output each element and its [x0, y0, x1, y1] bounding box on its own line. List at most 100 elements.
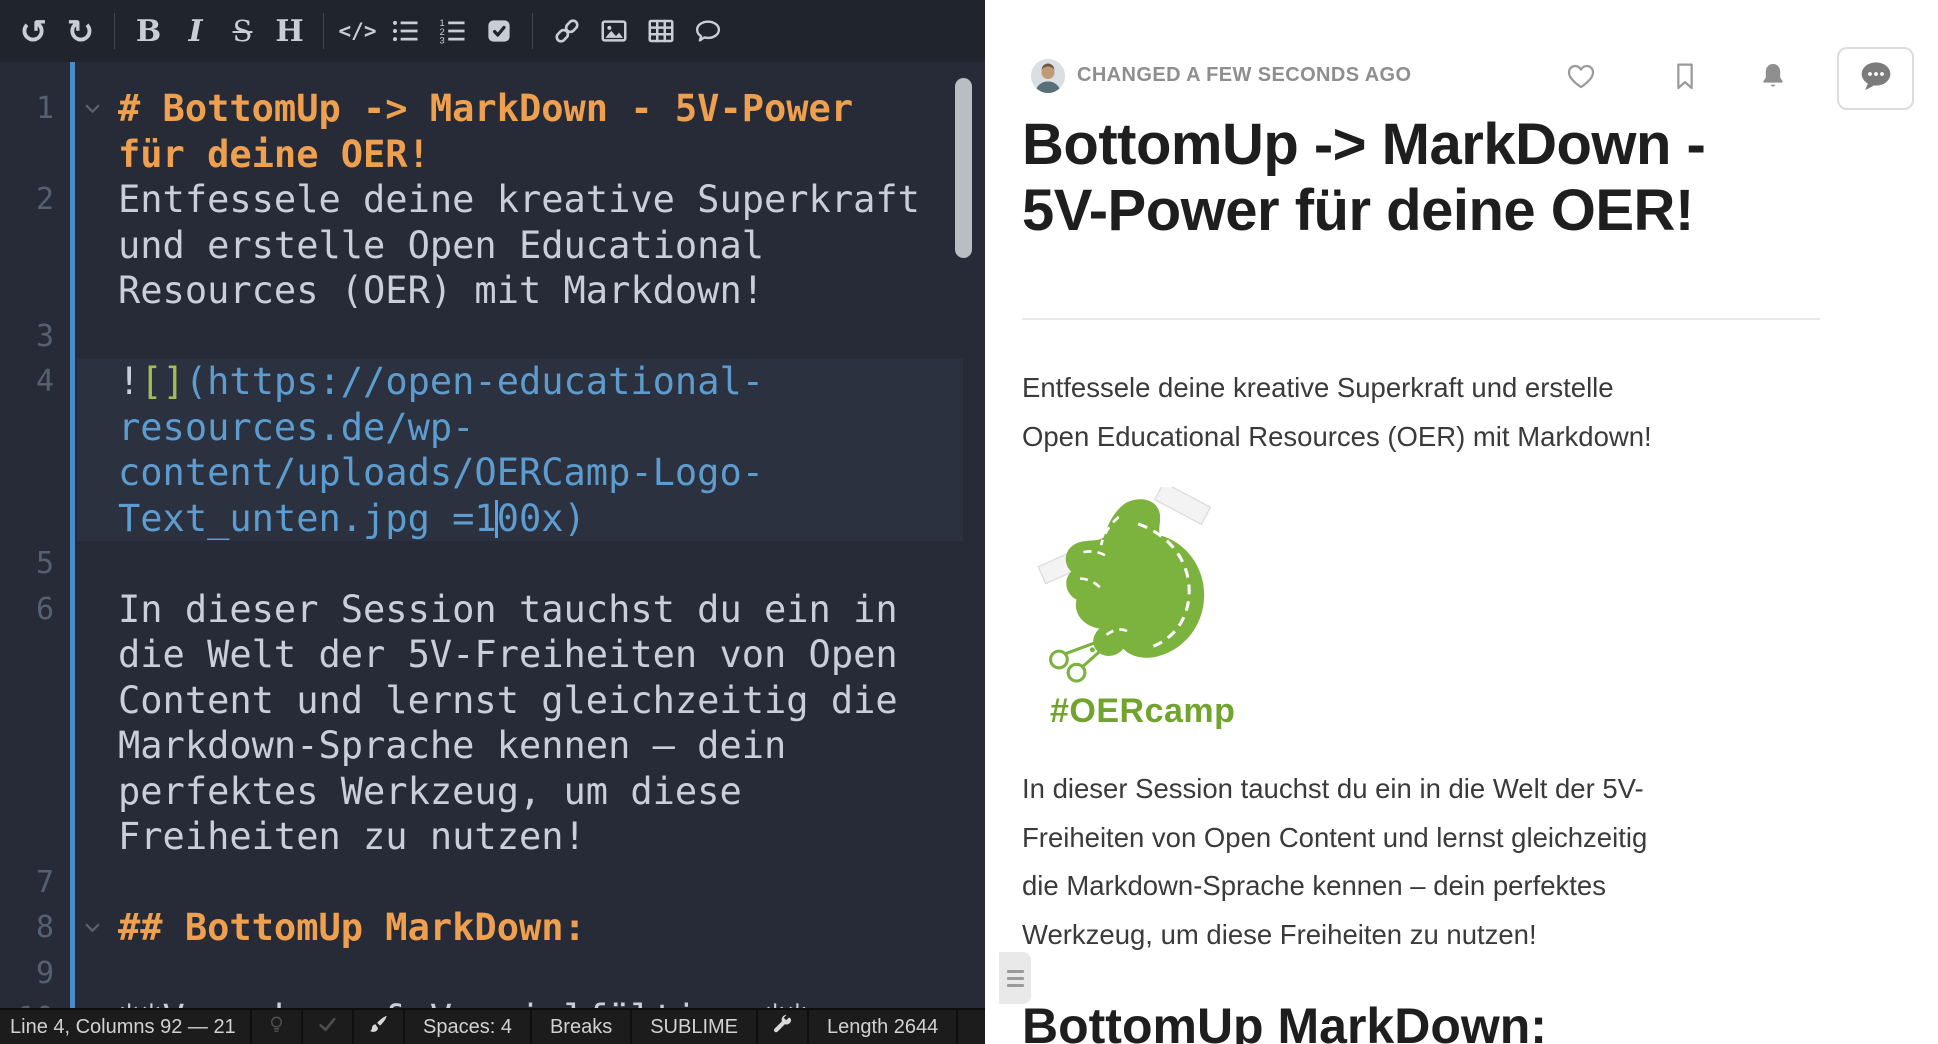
status-doc-length[interactable]: Length 2644: [809, 1010, 958, 1044]
bold-icon: B: [136, 14, 161, 49]
editor-toolbar: ↺ ↻ BISH </> 123: [0, 0, 985, 62]
toolbar-divider: [114, 13, 115, 49]
strikethrough-button[interactable]: S: [219, 9, 266, 53]
code-line[interactable]: die Welt der 5V-Freiheiten von Open: [0, 632, 985, 678]
line-number: 5: [0, 541, 54, 587]
heading-button[interactable]: H: [266, 9, 313, 53]
code-line[interactable]: 1# BottomUp -> MarkDown - 5V-Power: [0, 86, 985, 132]
editor-scrollbar-thumb[interactable]: [955, 78, 972, 258]
code-button[interactable]: </>: [334, 9, 381, 53]
code-line[interactable]: Freiheiten zu nutzen!: [0, 814, 985, 860]
line-number: 2: [0, 177, 54, 223]
oercamp-logo: #OERcamp: [1022, 487, 1232, 731]
status-keymap[interactable]: SUBLIME: [632, 1010, 758, 1044]
table-button[interactable]: [637, 9, 684, 53]
code-line[interactable]: 4![](https://open-educational-: [0, 359, 985, 405]
ordered-list-button[interactable]: 123: [428, 9, 475, 53]
undo-button[interactable]: ↺: [10, 9, 57, 53]
line-number: 8: [0, 905, 54, 951]
unordered-list-icon: [390, 16, 420, 46]
status-indent-width[interactable]: Spaces: 4: [405, 1010, 532, 1044]
lightbulb-icon: [265, 1013, 288, 1042]
status-linebreaks[interactable]: Breaks: [532, 1010, 632, 1044]
image-icon: [599, 16, 629, 46]
toc-toggle[interactable]: [999, 952, 1031, 1004]
preview-content: BottomUp -> MarkDown -5V-Power für deine…: [1022, 0, 1820, 1044]
svg-text:3: 3: [439, 36, 444, 46]
status-filler: [958, 1010, 985, 1044]
redo-icon: ↻: [67, 15, 95, 48]
unordered-list-button[interactable]: [381, 9, 428, 53]
link-icon: [552, 16, 582, 46]
code-line[interactable]: 3: [0, 314, 985, 360]
comment-panel-button[interactable]: [1837, 47, 1914, 110]
check-icon: [316, 1013, 339, 1042]
code-line[interactable]: 8## BottomUp MarkDown:: [0, 905, 985, 951]
status-bar: Line 4, Columns 92 — 21 Spaces: 4BreaksSU…: [0, 1008, 985, 1044]
line-number: 6: [0, 587, 54, 633]
code-line[interactable]: Content und lernst gleichzeitig die: [0, 678, 985, 724]
hackmd-app: ↺↻BISH</>123 1# BottomUp -> MarkDown - 5…: [0, 0, 1938, 1044]
line-number: 10: [0, 996, 54, 1008]
line-number: 9: [0, 951, 54, 997]
code-icon: </>: [339, 19, 377, 43]
gutter-accent-bar: [70, 62, 75, 1008]
strikethrough-icon: S: [233, 14, 253, 48]
line-number: 7: [0, 860, 54, 906]
doc-title: BottomUp -> MarkDown -5V-Power für deine…: [1022, 112, 1820, 244]
line-number: 1: [0, 86, 54, 132]
table-icon: [646, 16, 676, 46]
code-line[interactable]: Resources (OER) mit Markdown!: [0, 268, 985, 314]
code-line[interactable]: 6In dieser Session tauchst du ein in: [0, 587, 985, 633]
status-spellcheck[interactable]: [303, 1010, 354, 1044]
check-list-icon: [484, 16, 514, 46]
code-editor[interactable]: 1# BottomUp -> MarkDown - 5V-Powerfür de…: [0, 62, 985, 1008]
status-theme[interactable]: [354, 1010, 405, 1044]
section-heading: BottomUp MarkDown:: [1022, 997, 1820, 1044]
italic-icon: I: [188, 14, 202, 49]
comment-icon: [693, 16, 723, 46]
code-line[interactable]: Markdown-Sprache kennen – dein: [0, 723, 985, 769]
ordered-list-icon: 123: [437, 16, 467, 46]
code-line[interactable]: 2Entfessele deine kreative Superkraft: [0, 177, 985, 223]
check-list-button[interactable]: [475, 9, 522, 53]
oercamp-logo-text: #OERcamp: [1050, 692, 1232, 731]
redo-button[interactable]: ↻: [57, 9, 104, 53]
fold-toggle-icon[interactable]: [84, 86, 101, 132]
code-line[interactable]: content/uploads/OERCamp-Logo-: [0, 450, 985, 496]
session-paragraph: In dieser Session tauchst du ein in die …: [1022, 765, 1820, 959]
code-line[interactable]: resources.de/wp-: [0, 405, 985, 451]
intro-paragraph: Entfessele deine kreative Superkraft und…: [1022, 364, 1820, 461]
code-line[interactable]: Text_unten.jpg =100x): [0, 496, 985, 542]
line-number: 3: [0, 314, 54, 360]
line-number: 4: [0, 359, 54, 405]
undo-icon: ↺: [20, 15, 48, 48]
toolbar-divider: [532, 13, 533, 49]
title-divider: [1022, 318, 1820, 320]
editor-pane: ↺↻BISH</>123 1# BottomUp -> MarkDown - 5…: [0, 0, 985, 1044]
status-cursor-position[interactable]: Line 4, Columns 92 — 21: [0, 1010, 252, 1044]
italic-button[interactable]: I: [172, 9, 219, 53]
code-line[interactable]: perfektes Werkzeug, um diese: [0, 769, 985, 815]
image-button[interactable]: [590, 9, 637, 53]
code-line[interactable]: 5: [0, 541, 985, 587]
code-line[interactable]: 9: [0, 951, 985, 997]
toolbar-divider: [323, 13, 324, 49]
status-night-mode[interactable]: [252, 1010, 303, 1044]
preview-pane[interactable]: CHANGED A FEW SECONDS AGO BottomUp -> Ma…: [985, 0, 1938, 1044]
brush-icon: [367, 1013, 390, 1042]
wrench-icon: [771, 1013, 794, 1042]
oercamp-flame-image: [1022, 487, 1227, 685]
status-preferences[interactable]: [758, 1010, 809, 1044]
code-line[interactable]: für deine OER!: [0, 132, 985, 178]
code-line[interactable]: 7: [0, 860, 985, 906]
link-button[interactable]: [543, 9, 590, 53]
heading-icon: H: [275, 14, 303, 49]
comment-button[interactable]: [684, 9, 731, 53]
fold-toggle-icon[interactable]: [84, 905, 101, 951]
code-line[interactable]: 10**Verwahren & Vervielfältigen**: [0, 996, 985, 1008]
code-line[interactable]: und erstelle Open Educational: [0, 223, 985, 269]
tape-top: [1155, 487, 1211, 524]
bold-button[interactable]: B: [125, 9, 172, 53]
comment-bubble-icon: [1856, 56, 1896, 101]
